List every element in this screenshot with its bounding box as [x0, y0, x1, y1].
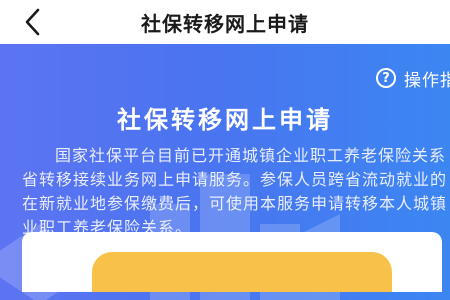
question-circle-icon: ? [376, 68, 396, 88]
intro-line: 在新就业地参保缴费后，可使用本服务申请转移本人城镇 [22, 194, 448, 213]
operation-guide-link[interactable]: ? 操作指 [376, 66, 450, 91]
intro-line: 省转移接续业务网上申请服务。参保人员跨省流动就业的 [22, 170, 448, 189]
banner-headline: 社保转移网上申请 [117, 106, 333, 134]
operation-guide-label: 操作指 [404, 70, 450, 91]
apply-button[interactable] [92, 252, 392, 292]
action-card [22, 232, 442, 292]
page-title: 社保转移网上申请 [141, 12, 309, 36]
nav-bar: 社保转移网上申请 [0, 0, 450, 44]
service-intro-text: 国家社保平台目前已开通城镇企业职工养老保险关系 省转移接续业务网上申请服务。参保… [22, 144, 450, 240]
intro-line: 国家社保平台目前已开通城镇企业职工养老保险关系 [55, 146, 447, 165]
